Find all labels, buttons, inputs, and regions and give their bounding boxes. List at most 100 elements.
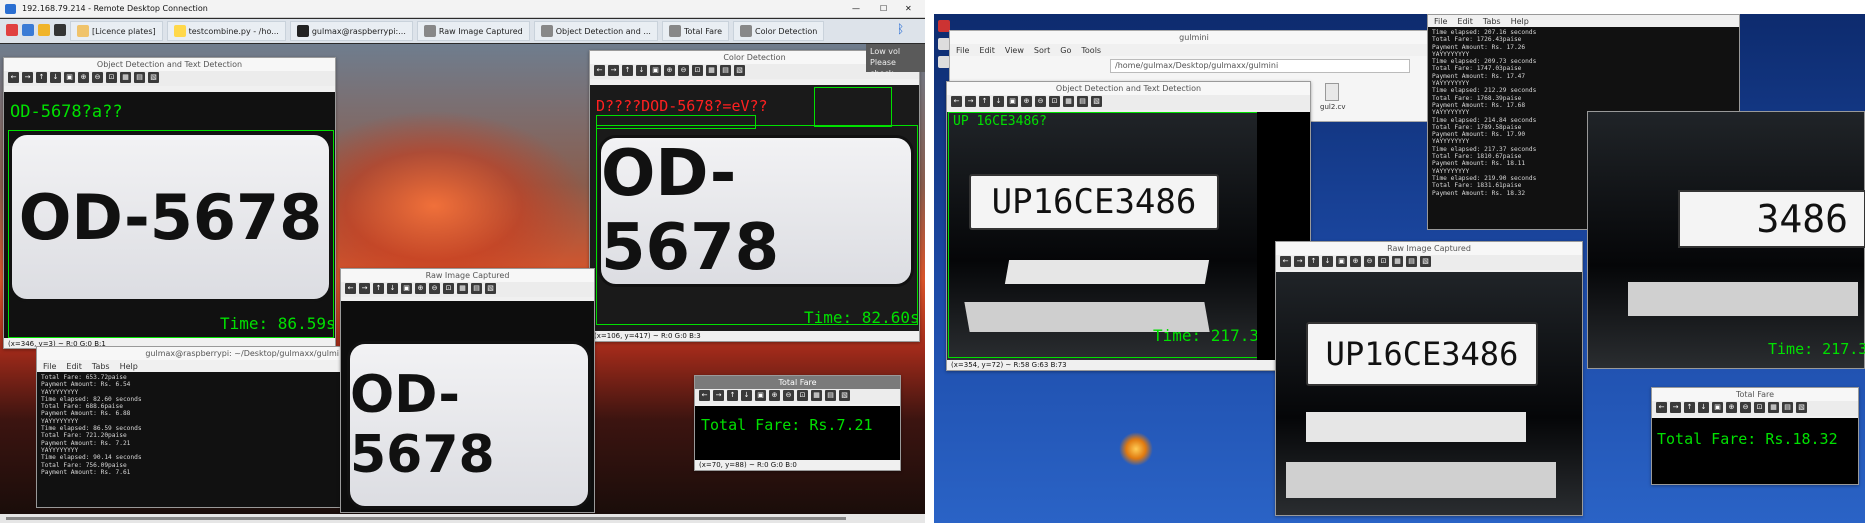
- toolbar-button[interactable]: ▣: [401, 283, 412, 294]
- raw-image-window[interactable]: Raw Image Captured ← → ↑ ↓ ▣ ⊕ ⊖ ⊡ ▦ ▤ ▧ UP16CE348…: [1275, 241, 1583, 516]
- toolbar-button[interactable]: ⊖: [783, 390, 794, 401]
- toolbar-button[interactable]: ↓: [636, 65, 647, 76]
- taskbar-app[interactable]: Object Detection and ...: [533, 21, 658, 41]
- menu-item[interactable]: Edit: [979, 46, 995, 55]
- toolbar-button[interactable]: ▦: [1768, 402, 1779, 413]
- taskbar-app[interactable]: [6, 24, 18, 38]
- taskbar-app[interactable]: Total Fare: [661, 21, 729, 41]
- taskbar-app[interactable]: [38, 24, 50, 38]
- toolbar-button[interactable]: ↓: [1322, 256, 1333, 267]
- toolbar-button[interactable]: ▧: [839, 390, 850, 401]
- toolbar-button[interactable]: ⊡: [1049, 96, 1060, 107]
- taskbar-app[interactable]: [Licence plates]: [70, 21, 163, 41]
- toolbar-button[interactable]: ▤: [471, 283, 482, 294]
- toolbar-button[interactable]: ←: [345, 283, 356, 294]
- toolbar-button[interactable]: ▦: [120, 72, 131, 83]
- taskbar-app[interactable]: Raw Image Captured: [416, 21, 530, 41]
- taskbar-app[interactable]: Color Detection: [733, 21, 825, 41]
- menu-item[interactable]: Edit: [1457, 17, 1473, 26]
- color-detection-window[interactable]: 3486 Time: 217.3: [1587, 111, 1865, 369]
- toolbar-button[interactable]: ⊡: [1754, 402, 1765, 413]
- toolbar-button[interactable]: ▣: [64, 72, 75, 83]
- toolbar-button[interactable]: ↑: [373, 283, 384, 294]
- toolbar-button[interactable]: ⊕: [415, 283, 426, 294]
- toolbar-button[interactable]: ↑: [1308, 256, 1319, 267]
- raw-image-window[interactable]: Raw Image Captured ← → ↑ ↓ ▣ ⊕ ⊖ ⊡ ▦ ▤ ▧ OD-5678: [340, 268, 595, 513]
- toolbar-button[interactable]: ▧: [1091, 96, 1102, 107]
- object-detection-window[interactable]: Object Detection and Text Detection ← → ↑ ↓…: [946, 81, 1311, 371]
- toolbar-button[interactable]: ⊕: [78, 72, 89, 83]
- toolbar-button[interactable]: ▣: [650, 65, 661, 76]
- menu-item[interactable]: Tabs: [92, 362, 110, 371]
- toolbar-button[interactable]: ↓: [1698, 402, 1709, 413]
- menu-item[interactable]: Tools: [1081, 46, 1101, 55]
- toolbar-button[interactable]: ←: [594, 65, 605, 76]
- toolbar-button[interactable]: ⊕: [769, 390, 780, 401]
- toolbar-button[interactable]: →: [965, 96, 976, 107]
- menu-item[interactable]: Sort: [1034, 46, 1050, 55]
- toolbar-button[interactable]: →: [713, 390, 724, 401]
- toolbar-button[interactable]: →: [359, 283, 370, 294]
- toolbar-button[interactable]: ▦: [811, 390, 822, 401]
- toolbar-button[interactable]: ⊕: [1726, 402, 1737, 413]
- menu-item[interactable]: Edit: [66, 362, 82, 371]
- scrollbar-thumb[interactable]: [6, 517, 846, 520]
- menu-item[interactable]: Help: [1511, 17, 1529, 26]
- taskbar-app[interactable]: gulmax@raspberrypi:...: [289, 21, 413, 41]
- toolbar-button[interactable]: ←: [699, 390, 710, 401]
- toolbar-button[interactable]: ↓: [387, 283, 398, 294]
- toolbar-button[interactable]: ←: [951, 96, 962, 107]
- toolbar-button[interactable]: ⊡: [106, 72, 117, 83]
- taskbar-app[interactable]: [22, 24, 34, 38]
- toolbar-button[interactable]: ⊖: [429, 283, 440, 294]
- menu-item[interactable]: Help: [120, 362, 138, 371]
- toolbar-button[interactable]: ←: [8, 72, 19, 83]
- menu-item[interactable]: File: [1434, 17, 1447, 26]
- toolbar-button[interactable]: ▧: [1420, 256, 1431, 267]
- minimize-button[interactable]: —: [852, 0, 860, 18]
- toolbar-button[interactable]: ▣: [1007, 96, 1018, 107]
- toolbar-button[interactable]: ▦: [1392, 256, 1403, 267]
- toolbar-button[interactable]: →: [22, 72, 33, 83]
- toolbar-button[interactable]: ▤: [825, 390, 836, 401]
- toolbar-button[interactable]: ↑: [727, 390, 738, 401]
- taskbar-app[interactable]: [54, 24, 66, 38]
- toolbar-button[interactable]: ↑: [36, 72, 47, 83]
- color-detection-window[interactable]: Color Detection ← → ↑ ↓ ▣ ⊕ ⊖ ⊡ ▦ ▤ ▧ D????DOD-567…: [589, 50, 920, 342]
- toolbar-button[interactable]: ▤: [1077, 96, 1088, 107]
- horizontal-scrollbar[interactable]: [0, 514, 925, 523]
- toolbar-button[interactable]: ↓: [741, 390, 752, 401]
- toolbar-button[interactable]: ⊡: [692, 65, 703, 76]
- address-bar[interactable]: /home/gulmax/Desktop/gulmaxx/gulmini: [1110, 59, 1410, 73]
- menu-item[interactable]: Tabs: [1483, 17, 1501, 26]
- toolbar-button[interactable]: ▤: [1406, 256, 1417, 267]
- toolbar-button[interactable]: ▧: [734, 65, 745, 76]
- toolbar-button[interactable]: →: [1294, 256, 1305, 267]
- toolbar-button[interactable]: ▣: [1336, 256, 1347, 267]
- toolbar-button[interactable]: ⊖: [1364, 256, 1375, 267]
- toolbar-button[interactable]: ⊕: [1021, 96, 1032, 107]
- toolbar-button[interactable]: ↑: [622, 65, 633, 76]
- terminal-window[interactable]: gulmax@raspberrypi: ~/Desktop/gulmaxx/gu…: [36, 346, 344, 508]
- menu-item[interactable]: View: [1005, 46, 1024, 55]
- toolbar-button[interactable]: ⊡: [1378, 256, 1389, 267]
- toolbar-button[interactable]: ▦: [1063, 96, 1074, 107]
- toolbar-button[interactable]: ▤: [134, 72, 145, 83]
- toolbar-button[interactable]: ⊖: [92, 72, 103, 83]
- toolbar-button[interactable]: ▧: [1796, 402, 1807, 413]
- toolbar-button[interactable]: ▤: [720, 65, 731, 76]
- toolbar-button[interactable]: ↑: [979, 96, 990, 107]
- toolbar-button[interactable]: ⊖: [678, 65, 689, 76]
- toolbar-button[interactable]: ▣: [755, 390, 766, 401]
- toolbar-button[interactable]: ▧: [485, 283, 496, 294]
- toolbar-button[interactable]: ⊕: [664, 65, 675, 76]
- low-voltage-notice[interactable]: Low vol Please check: [866, 44, 925, 78]
- toolbar-button[interactable]: ▧: [148, 72, 159, 83]
- toolbar-button[interactable]: ▦: [706, 65, 717, 76]
- total-fare-window[interactable]: Total Fare ← → ↑ ↓ ▣ ⊕ ⊖ ⊡ ▦ ▤ ▧ Total Fare: Rs.7.…: [694, 375, 901, 471]
- toolbar-button[interactable]: ←: [1656, 402, 1667, 413]
- object-detection-window[interactable]: Object Detection and Text Detection ← → ↑ ↓…: [3, 57, 336, 349]
- toolbar-button[interactable]: ↑: [1684, 402, 1695, 413]
- toolbar-button[interactable]: ⊡: [443, 283, 454, 294]
- close-button[interactable]: ✕: [905, 0, 912, 18]
